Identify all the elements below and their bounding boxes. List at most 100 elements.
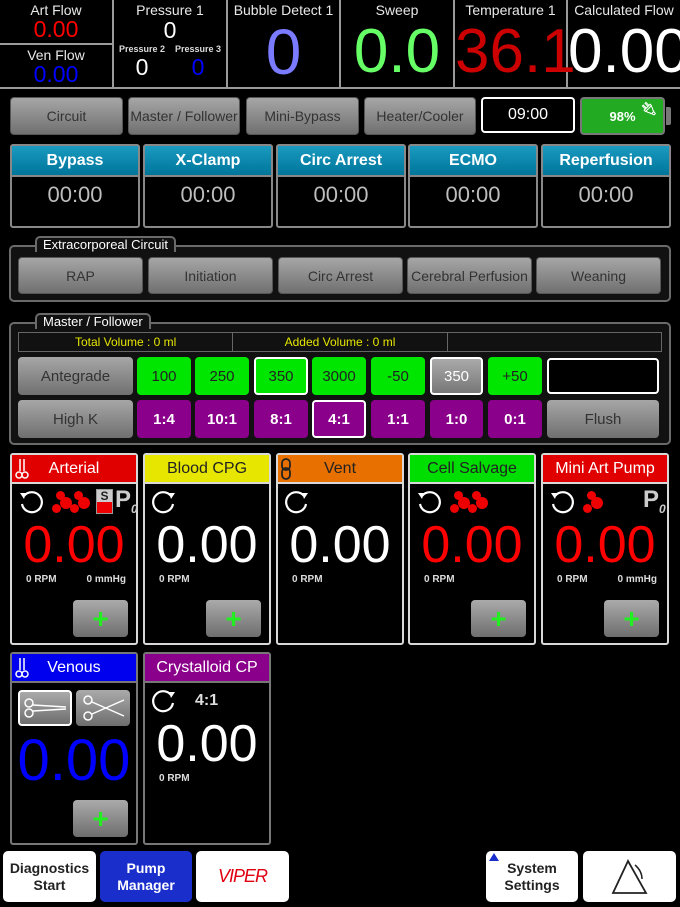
calculated-flow-label: Calculated Flow xyxy=(574,2,674,18)
system-settings-label: System xyxy=(507,859,557,876)
pump-flow-value: 0.00 xyxy=(421,516,523,574)
alarm-bell-icon xyxy=(611,858,648,894)
volume-current-button[interactable]: 350 xyxy=(430,357,483,395)
timer-circ-arrest[interactable]: Circ Arrest 00:00 xyxy=(276,144,406,228)
custom-volume-field[interactable] xyxy=(547,358,659,394)
sweep-label: Sweep xyxy=(375,2,419,18)
pump-name: Mini Art Pump xyxy=(555,459,655,477)
viper-logo: VIPER xyxy=(217,866,268,886)
rotation-cw-icon[interactable] xyxy=(284,489,310,515)
system-settings-button[interactable]: System Settings xyxy=(486,851,578,902)
add-button[interactable]: + xyxy=(206,600,261,637)
pump-mini-art[interactable]: Mini Art Pump P0 0.00 0 RPM 0 mmHg + xyxy=(541,453,669,645)
pump-rpm: 0 RPM xyxy=(557,574,588,585)
circuit-button[interactable]: Circuit xyxy=(10,97,123,135)
timer-ecmo[interactable]: ECMO 00:00 xyxy=(408,144,538,228)
pump-header[interactable]: Mini Art Pump xyxy=(543,455,667,484)
pressure1-value: 0 xyxy=(163,17,177,43)
scissors-closed-icon xyxy=(24,698,67,718)
timer-bypass[interactable]: Bypass 00:00 xyxy=(10,144,140,228)
timer-value: 00:00 xyxy=(578,182,634,207)
alarm-silence-button[interactable] xyxy=(583,851,676,902)
volume-decrement-button[interactable]: -50 xyxy=(371,357,425,395)
sensor-s-icon: S xyxy=(96,489,113,514)
pump-blood-cpg[interactable]: Blood CPG 0.00 0 RPM + xyxy=(143,453,271,645)
system-settings-sublabel: Settings xyxy=(504,876,560,893)
bubble-sensor-icon xyxy=(450,490,496,516)
flush-button[interactable]: Flush xyxy=(547,400,659,438)
pump-flow-value: 0.00 xyxy=(289,516,391,574)
diagnostics-start-button[interactable]: Diagnostics Start xyxy=(3,851,96,902)
pump-header[interactable]: Arterial xyxy=(12,455,136,484)
ratio-button[interactable]: 0:1 xyxy=(488,400,542,438)
timer-value: 00:00 xyxy=(313,182,369,207)
rap-button[interactable]: RAP xyxy=(18,257,143,294)
add-button[interactable]: + xyxy=(604,600,659,637)
pump-venous[interactable]: Venous 0.00 + xyxy=(10,652,138,845)
heater-cooler-button[interactable]: Heater/Cooler xyxy=(364,97,476,135)
weaning-button[interactable]: Weaning xyxy=(536,257,661,294)
add-button[interactable]: + xyxy=(73,600,128,637)
timer-reperfusion[interactable]: Reperfusion 00:00 xyxy=(541,144,671,228)
pump-header[interactable]: Venous xyxy=(12,654,136,683)
pump-status-icons: P0 xyxy=(543,484,667,518)
cerebral-perfusion-button[interactable]: Cerebral Perfusion xyxy=(407,257,532,294)
add-button[interactable]: + xyxy=(73,800,128,837)
scissors-open-icon xyxy=(83,695,125,721)
volume-increment-button[interactable]: +50 xyxy=(488,357,542,395)
pump-cell-salvage[interactable]: Cell Salvage 0.00 0 RPM + xyxy=(408,453,536,645)
art-flow-readout: Art Flow 0.00 xyxy=(0,2,112,45)
ratio-button[interactable]: 1:4 xyxy=(137,400,191,438)
clock-display[interactable]: 09:00 xyxy=(481,97,575,133)
circ-arrest-button[interactable]: Circ Arrest xyxy=(278,257,403,294)
pump-header[interactable]: Crystalloid CP xyxy=(145,654,269,683)
mini-bypass-button[interactable]: Mini-Bypass xyxy=(246,97,359,135)
ratio-button[interactable]: 1:0 xyxy=(430,400,483,438)
pump-crystalloid-cp[interactable]: Crystalloid CP 4:1 0.00 0 RPM xyxy=(143,652,271,845)
master-follower-button[interactable]: Master / Follower xyxy=(128,97,240,135)
pump-header[interactable]: Vent xyxy=(278,455,402,484)
pump-name: Vent xyxy=(323,459,357,477)
rotation-ccw-icon[interactable] xyxy=(549,489,575,515)
clamp-closed-button[interactable] xyxy=(18,690,72,726)
battery-indicator: 98% 🔌︎ xyxy=(580,97,665,135)
initiation-button[interactable]: Initiation xyxy=(148,257,273,294)
pump-header[interactable]: Blood CPG xyxy=(145,455,269,484)
ratio-button[interactable]: 8:1 xyxy=(254,400,308,438)
rotation-ccw-icon[interactable] xyxy=(18,489,44,515)
volume-button-selected[interactable]: 350 xyxy=(254,357,308,395)
rotation-ccw-icon[interactable] xyxy=(416,489,442,515)
pump-rpm: 0 RPM xyxy=(159,574,190,585)
rotation-cw-icon[interactable] xyxy=(151,489,177,515)
volume-button[interactable]: 100 xyxy=(137,357,191,395)
pump-manager-button[interactable]: Pump Manager xyxy=(100,851,192,902)
ratio-button[interactable]: 1:1 xyxy=(371,400,425,438)
clamp-open-button[interactable] xyxy=(76,690,130,726)
pump-arterial[interactable]: Arterial S P0 0.00 0 RPM 0 mmHg + xyxy=(10,453,138,645)
viper-logo-button[interactable]: VIPER xyxy=(196,851,289,902)
pump-flow-value: 0.00 xyxy=(156,516,258,574)
pump-flow-value: 0.00 xyxy=(17,728,131,793)
calculated-flow-readout: Calculated Flow 0.00 xyxy=(568,0,680,87)
pump-vent[interactable]: Vent 0.00 0 RPM xyxy=(276,453,404,645)
volume-button[interactable]: 3000 xyxy=(312,357,366,395)
plug-icon: 🔌︎ xyxy=(640,101,657,116)
antegrade-button[interactable]: Antegrade xyxy=(18,357,133,395)
clamp-icon xyxy=(15,458,29,485)
volume-button[interactable]: 250 xyxy=(195,357,249,395)
timer-value: 00:00 xyxy=(445,182,501,207)
high-k-button[interactable]: High K xyxy=(18,400,133,438)
pump-manager-label: Pump xyxy=(126,859,166,876)
pump-name: Arterial xyxy=(48,459,100,477)
timer-x-clamp[interactable]: X-Clamp 00:00 xyxy=(143,144,273,228)
pump-status-icons: 4:1 xyxy=(145,683,269,717)
ratio-button-selected[interactable]: 4:1 xyxy=(312,400,366,438)
pressure1-label: Pressure 1 xyxy=(136,2,204,18)
pump-header[interactable]: Cell Salvage xyxy=(410,455,534,484)
add-button[interactable]: + xyxy=(471,600,526,637)
battery-percent: 98% xyxy=(609,108,636,124)
pressure3-label: Pressure 3 xyxy=(174,44,222,54)
rotation-cw-icon[interactable] xyxy=(151,688,177,714)
ratio-button[interactable]: 10:1 xyxy=(195,400,249,438)
clamp-icon xyxy=(15,657,29,684)
